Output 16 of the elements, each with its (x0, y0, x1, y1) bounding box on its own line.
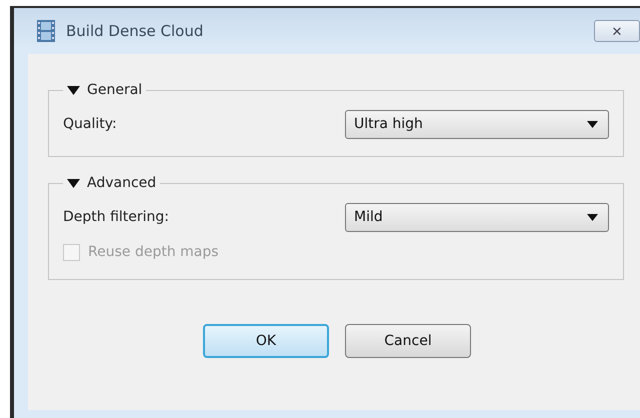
dropdown[interactable]: Ultra high (345, 110, 609, 138)
checkbox-label: Reuse depth maps (88, 244, 219, 260)
expand-triangle-icon[interactable] (67, 86, 80, 94)
default-button[interactable]: OK (203, 324, 329, 358)
caret-icon (587, 120, 598, 128)
field-label: Quality: (63, 116, 118, 132)
group-title[interactable]: Advanced (87, 175, 156, 191)
field-label: Depth filtering: (63, 209, 170, 225)
close-button[interactable]: ✕ (594, 20, 640, 42)
expand-triangle-icon[interactable] (67, 178, 80, 188)
caret-icon (587, 214, 598, 220)
dropdown[interactable]: Mild (345, 202, 609, 232)
dialog-button[interactable]: Cancel (345, 324, 471, 358)
window-title: Build Dense Cloud (66, 22, 204, 40)
group-title[interactable]: General (87, 82, 142, 98)
film-icon (36, 19, 56, 43)
